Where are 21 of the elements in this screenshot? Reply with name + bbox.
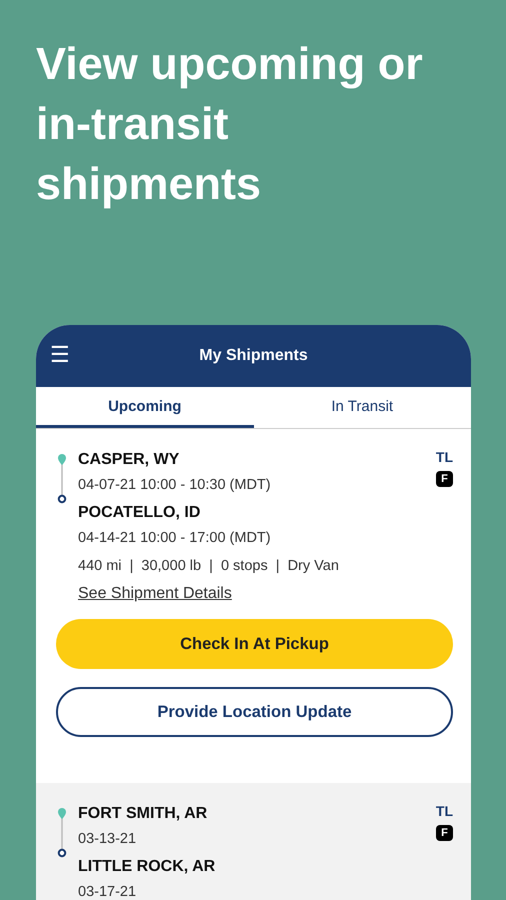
check-in-button[interactable]: Check In At Pickup <box>56 619 453 669</box>
delivery-time: 04-14-21 10:00 - 17:00 (MDT) <box>78 529 272 548</box>
delivery-time: 03-17-21 <box>78 883 138 900</box>
badge: F <box>436 471 453 487</box>
pickup-time: 03-13-21 <box>78 830 138 849</box>
origin-city: CASPER, WY <box>78 450 180 470</box>
details-link[interactable]: See Shipment Details <box>78 585 232 603</box>
destination-city: POCATELLO, ID <box>78 503 202 523</box>
origin-city: FORT SMITH, AR <box>78 804 208 824</box>
headline: View upcoming or in-transit shipments <box>36 37 424 211</box>
shipment-card[interactable]: FORT SMITH, AR 03-13-21 LITTLE ROCK, AR 03-17-21 TL F <box>36 783 471 900</box>
shipment-details: 440 mi | 30,000 lb | 0 stops | Dry Van <box>78 557 340 576</box>
destination-city: LITTLE ROCK, AR <box>78 857 216 877</box>
mode-label: TL <box>436 449 453 465</box>
location-button[interactable]: Provide Location Update <box>56 687 453 737</box>
pickup-time: 04-07-21 10:00 - 10:30 (MDT) <box>78 476 272 495</box>
screen-title: My Shipments <box>199 347 308 365</box>
badge: F <box>436 825 453 841</box>
mode-label: TL <box>436 803 453 819</box>
route-icon <box>56 807 68 859</box>
route-icon <box>56 453 68 505</box>
